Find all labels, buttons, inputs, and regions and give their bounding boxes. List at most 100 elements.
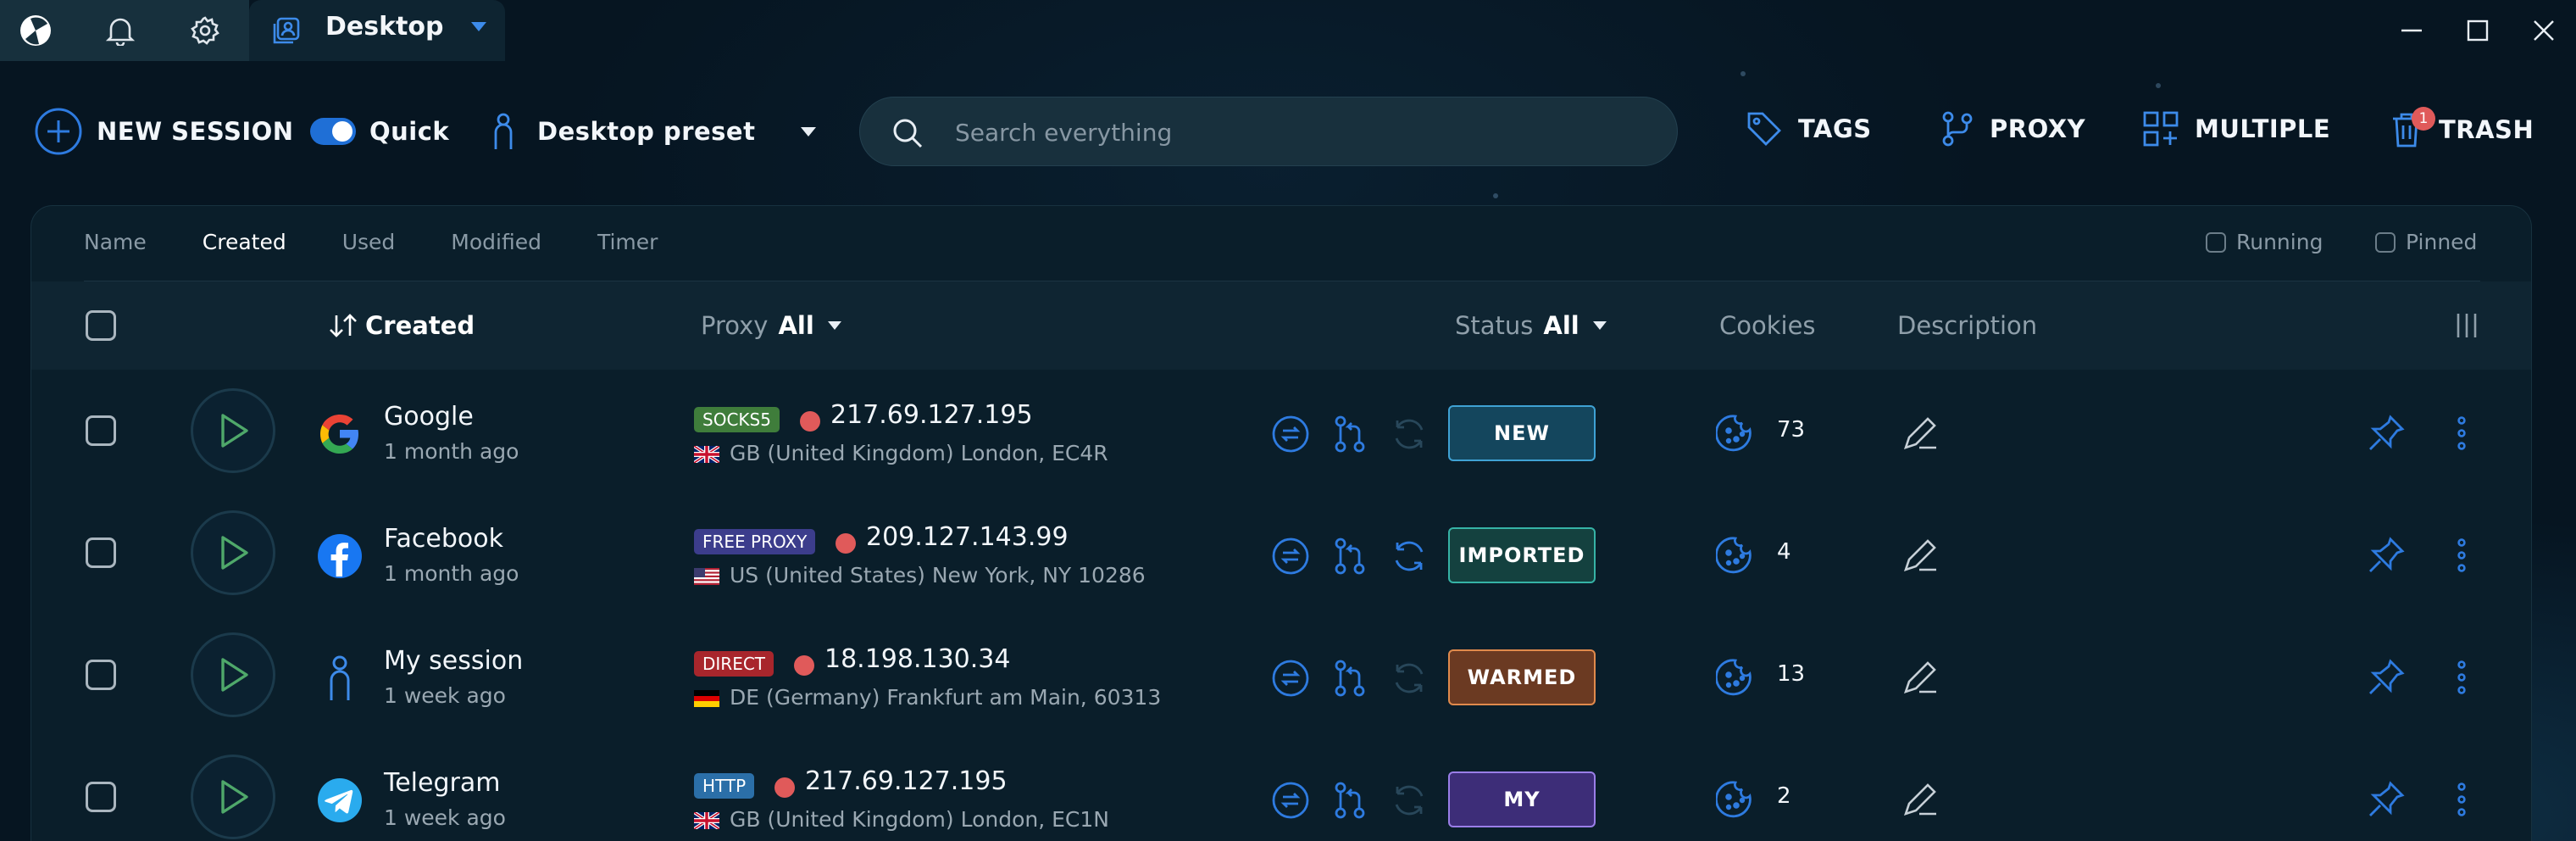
columns-settings-icon[interactable] <box>2451 310 2482 341</box>
minimize-button[interactable] <box>2386 8 2437 53</box>
status-badge[interactable]: WARMED <box>1448 649 1596 705</box>
row-checkbox[interactable] <box>86 660 116 690</box>
chevron-down-icon[interactable] <box>827 321 841 330</box>
more-options-icon[interactable] <box>2451 414 2472 454</box>
status-badge[interactable]: NEW <box>1448 405 1596 461</box>
created-column-label: Created <box>365 311 475 340</box>
search-icon <box>891 116 924 150</box>
proxy-column-label: Proxy <box>701 311 769 340</box>
proxy-ip: 209.127.143.99 <box>866 522 1069 552</box>
edit-description-icon[interactable] <box>1901 658 1941 699</box>
quick-toggle-switch[interactable] <box>310 118 356 145</box>
proxy-branch-icon[interactable] <box>1330 780 1370 821</box>
status-badge[interactable]: IMPORTED <box>1448 527 1596 583</box>
tab-sort-name[interactable]: Name <box>84 230 147 254</box>
row-checkbox[interactable] <box>86 537 116 568</box>
running-checkbox[interactable] <box>2206 231 2226 253</box>
edit-description-icon[interactable] <box>1901 536 1941 576</box>
cookies-count: 13 <box>1777 661 1806 687</box>
preset-selector[interactable]: Desktop preset <box>486 112 817 151</box>
session-name[interactable]: Telegram <box>384 768 500 798</box>
edit-description-icon[interactable] <box>1901 414 1941 454</box>
tab-sort-used[interactable]: Used <box>342 230 396 254</box>
pinned-label: Pinned <box>2406 230 2478 254</box>
cookies-count: 4 <box>1777 539 1791 565</box>
proxy-branch-icon[interactable] <box>1330 658 1370 699</box>
chevron-down-icon[interactable] <box>1592 321 1607 330</box>
tags-button[interactable]: TAGS <box>1746 110 1872 148</box>
tab-desktop[interactable]: Desktop <box>249 0 505 61</box>
app-logo-icon[interactable] <box>17 12 54 49</box>
telegram-logo <box>316 777 364 824</box>
start-session-button[interactable] <box>191 632 275 717</box>
pin-icon[interactable] <box>2367 658 2407 699</box>
multiple-button[interactable]: MULTIPLE <box>2142 110 2330 148</box>
select-all-checkbox[interactable] <box>86 310 116 341</box>
status-badge[interactable]: MY <box>1448 771 1596 827</box>
session-name[interactable]: Google <box>384 402 474 432</box>
more-options-icon[interactable] <box>2451 658 2472 699</box>
row-checkbox[interactable] <box>86 782 116 812</box>
cookies-count: 2 <box>1777 783 1791 809</box>
proxy-button[interactable]: PROXY <box>1940 110 2085 148</box>
change-proxy-icon[interactable] <box>1270 780 1311 821</box>
play-icon <box>221 536 248 570</box>
more-options-icon[interactable] <box>2451 780 2472 821</box>
proxy-location: US (United States) New York, NY 10286 <box>730 563 1146 588</box>
uk-flag <box>692 810 721 831</box>
quick-toggle[interactable]: Quick <box>310 117 449 146</box>
close-button[interactable] <box>2518 8 2569 53</box>
bell-icon[interactable] <box>102 12 139 49</box>
session-name[interactable]: Facebook <box>384 524 503 554</box>
pinned-filter[interactable]: Pinned <box>2375 230 2477 254</box>
change-proxy-icon[interactable] <box>1270 414 1311 454</box>
refresh-icon[interactable] <box>1389 414 1430 454</box>
table-row[interactable]: Google 1 month ago SOCKS5 217.69.127.195… <box>31 370 2531 492</box>
person-icon <box>316 654 364 702</box>
chevron-down-icon[interactable] <box>801 126 817 136</box>
running-filter[interactable]: Running <box>2206 230 2323 254</box>
session-name[interactable]: My session <box>384 646 523 676</box>
status-column-header[interactable]: Status All <box>1455 281 1607 370</box>
tab-sort-timer[interactable]: Timer <box>597 230 658 254</box>
table-row[interactable]: My session 1 week ago DIRECT 18.198.130.… <box>31 614 2531 736</box>
change-proxy-icon[interactable] <box>1270 536 1311 576</box>
us-flag <box>694 568 719 585</box>
row-checkbox[interactable] <box>86 415 116 446</box>
proxy-location: DE (Germany) Frankfurt am Main, 60313 <box>730 685 1162 710</box>
gear-icon[interactable] <box>186 12 224 49</box>
proxy-column-header[interactable]: Proxy All <box>701 281 841 370</box>
search-input[interactable] <box>955 113 1633 152</box>
proxy-branch-icon[interactable] <box>1330 414 1370 454</box>
pin-icon[interactable] <box>2367 780 2407 821</box>
tab-sort-modified[interactable]: Modified <box>451 230 541 254</box>
tab-sort-created[interactable]: Created <box>203 230 286 254</box>
pinned-checkbox[interactable] <box>2375 231 2396 253</box>
cookie-icon <box>1715 780 1757 821</box>
pin-icon[interactable] <box>2367 414 2407 454</box>
edit-description-icon[interactable] <box>1901 780 1941 821</box>
change-proxy-icon[interactable] <box>1270 658 1311 699</box>
cookies-column-header: Cookies <box>1719 281 1816 370</box>
more-options-icon[interactable] <box>2451 536 2472 576</box>
maximize-button[interactable] <box>2452 8 2503 53</box>
new-session-button[interactable]: NEW SESSION <box>34 107 294 156</box>
created-column-header[interactable]: Created <box>326 281 475 370</box>
refresh-icon[interactable] <box>1389 536 1430 576</box>
search-bar[interactable] <box>859 97 1678 166</box>
table-row[interactable]: Facebook 1 month ago FREE PROXY 209.127.… <box>31 492 2531 614</box>
chevron-down-icon[interactable] <box>471 22 486 31</box>
table-row[interactable]: Telegram 1 week ago HTTP 217.69.127.195 … <box>31 736 2531 841</box>
table-header: Created Proxy All Status All Cookies Des… <box>31 281 2531 370</box>
proxy-branch-icon[interactable] <box>1330 536 1370 576</box>
refresh-icon[interactable] <box>1389 658 1430 699</box>
pin-icon[interactable] <box>2367 536 2407 576</box>
google-logo <box>316 410 364 458</box>
start-session-button[interactable] <box>191 388 275 473</box>
refresh-icon[interactable] <box>1389 780 1430 821</box>
proxy-status-dot <box>794 655 814 676</box>
start-session-button[interactable] <box>191 510 275 595</box>
trash-count-badge: 1 <box>2412 107 2435 131</box>
running-label: Running <box>2236 230 2323 254</box>
start-session-button[interactable] <box>191 755 275 839</box>
